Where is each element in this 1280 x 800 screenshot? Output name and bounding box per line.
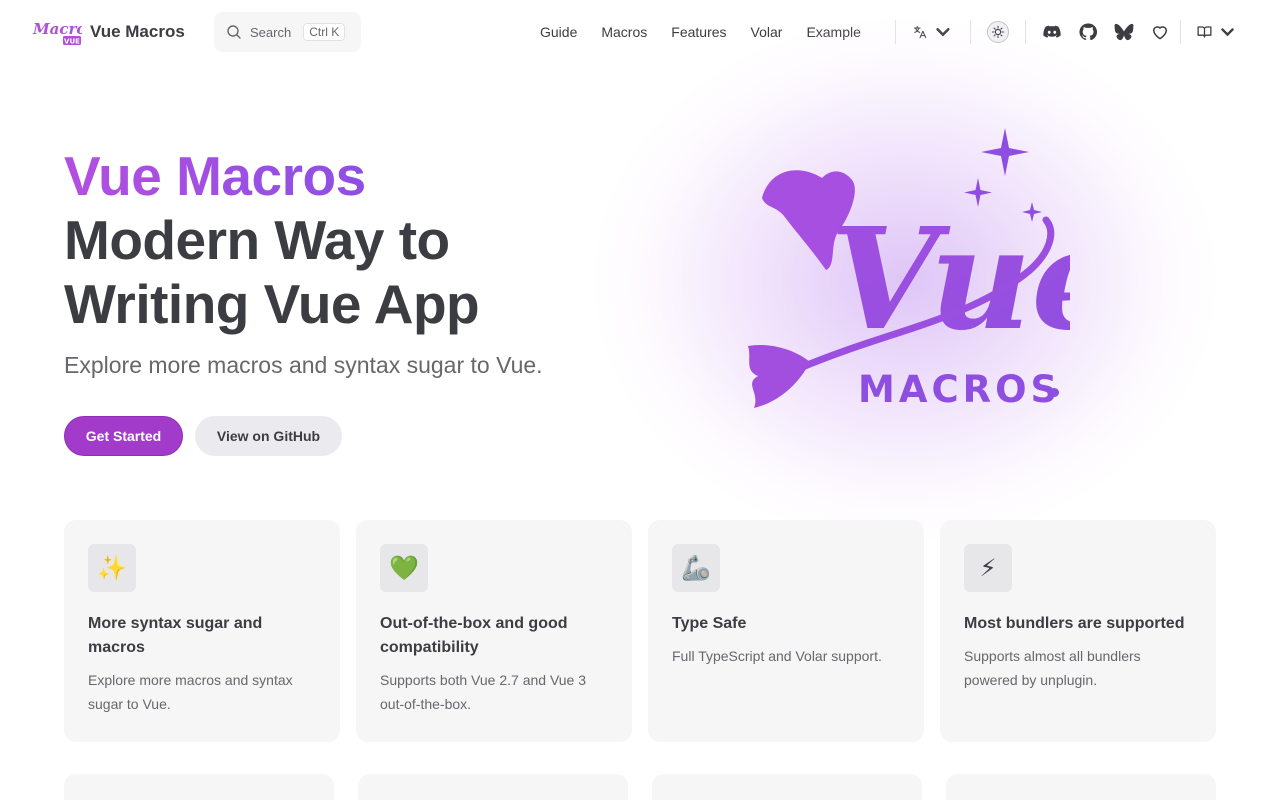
feature-title: Type Safe	[672, 615, 747, 632]
wordmark-dot	[1050, 388, 1059, 397]
feature-card: ⚡ Most bundlers are supported Supports a…	[940, 520, 1216, 742]
nav-divider	[1180, 20, 1181, 44]
sponsor-heart-icon	[1153, 26, 1167, 40]
svg-text:VUE: VUE	[64, 38, 80, 46]
hero-logo-wordmark: MACROS	[858, 368, 1062, 411]
feature-details: Supports almost all bundlers powered by …	[964, 648, 1141, 688]
docs-menu-button[interactable]	[1196, 20, 1236, 44]
feature-details: Full TypeScript and Volar support.	[672, 648, 882, 664]
feature-title: More syntax sugar and macros	[88, 615, 263, 656]
feature-card: 🦾 Type Safe Full TypeScript and Volar su…	[648, 520, 924, 742]
feature-title: Out-of-the-box and good compatibility	[380, 615, 568, 656]
svg-text:Macros: Macros	[32, 20, 82, 38]
sponsor-link[interactable]	[1148, 20, 1172, 44]
get-started-button[interactable]: Get Started	[64, 416, 183, 456]
search-label: Search	[250, 24, 292, 40]
vue-macros-logo: Macros VUE	[32, 20, 82, 46]
view-on-github-button[interactable]: View on GitHub	[195, 416, 342, 456]
broom-bristles-icon	[748, 344, 810, 408]
top-navbar: Macros VUE Vue Macros Search Ctrl K Guid…	[0, 0, 1280, 64]
nav-link-guide[interactable]: Guide	[528, 20, 589, 44]
book-icon	[1197, 26, 1212, 38]
feature-title: Most bundlers are supported	[964, 615, 1185, 632]
feature-card: 💚 Out-of-the-box and good compatibility …	[356, 520, 632, 742]
feature-card-partial	[652, 774, 922, 800]
chevron-down-icon	[1221, 28, 1234, 37]
lightning-icon: ⚡	[964, 544, 1012, 592]
sparkle-icon	[981, 128, 1029, 176]
search-icon	[227, 25, 241, 39]
feature-card-partial	[946, 774, 1216, 800]
bluesky-link[interactable]	[1112, 20, 1136, 44]
nav-link-features[interactable]: Features	[659, 20, 738, 44]
discord-link[interactable]	[1040, 20, 1064, 44]
bluesky-icon	[1114, 23, 1134, 41]
feature-card: ✨ More syntax sugar and macros Explore m…	[64, 520, 340, 742]
github-link[interactable]	[1076, 20, 1100, 44]
brand-link[interactable]: Macros VUE Vue Macros	[32, 17, 185, 47]
nav-link-macros[interactable]: Macros	[589, 20, 659, 44]
sparkles-icon: ✨	[88, 544, 136, 592]
feature-card-partial	[358, 774, 628, 800]
github-icon	[1079, 23, 1098, 41]
svg-text:Vue: Vue	[830, 198, 1070, 362]
green-heart-icon: 💚	[380, 544, 428, 592]
search-button[interactable]: Search Ctrl K	[214, 12, 361, 52]
hero-tagline: Explore more macros and syntax sugar to …	[64, 352, 543, 378]
site-title: Vue Macros	[90, 22, 185, 41]
search-shortcut: Ctrl K	[303, 23, 346, 41]
hero-name: Vue Macros	[64, 145, 366, 207]
hero-headline: Modern Way to Writing Vue App	[64, 209, 480, 335]
feature-details: Explore more macros and syntax sugar to …	[88, 672, 293, 712]
feature-card-partial	[64, 774, 334, 800]
discord-icon	[1043, 25, 1061, 38]
mechanical-arm-icon: 🦾	[672, 544, 720, 592]
feature-details: Supports both Vue 2.7 and Vue 3 out-of-t…	[380, 672, 587, 712]
